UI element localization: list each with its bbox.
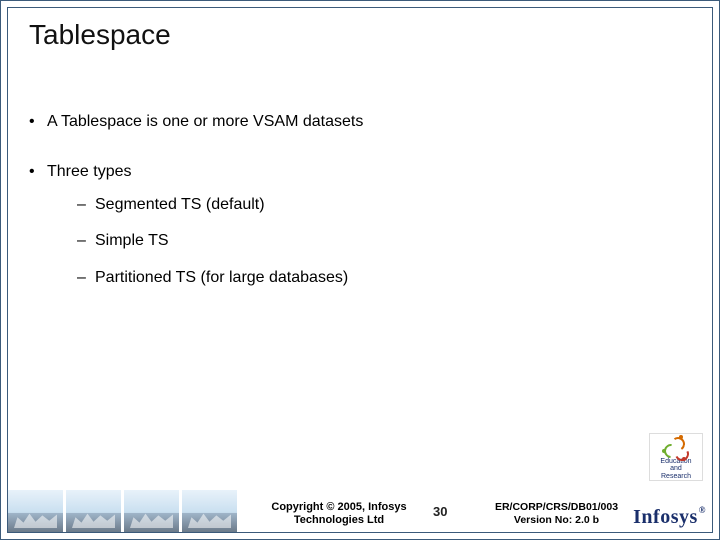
footer-thumbnail: [124, 490, 180, 532]
bullet-icon: •: [29, 111, 47, 133]
registered-icon: ®: [699, 505, 706, 515]
dash-icon: –: [77, 267, 95, 289]
infosys-logo-text: Infosys: [633, 506, 698, 528]
slide-footer: Copyright © 2005, Infosys Technologies L…: [1, 481, 719, 539]
sub-bullet-text: Partitioned TS (for large databases): [95, 267, 348, 289]
footer-thumbnail: [66, 490, 122, 532]
edu-logo-text: Education and Research: [660, 458, 691, 480]
copyright-line: Copyright © 2005, Infosys: [271, 501, 406, 513]
bullet-text: Three types: [47, 161, 131, 183]
slide-title: Tablespace: [29, 19, 171, 51]
doc-id-line: Version No: 2.0 b: [514, 514, 599, 526]
sub-bullet-text: Simple TS: [95, 230, 169, 252]
footer-thumbnail: [182, 490, 238, 532]
document-id-block: ER/CORP/CRS/DB01/003 Version No: 2.0 b: [489, 501, 624, 527]
sub-bullet-item: – Partitioned TS (for large databases): [77, 267, 691, 289]
bullet-text: A Tablespace is one or more VSAM dataset…: [47, 111, 363, 133]
sub-bullet-item: – Simple TS: [77, 230, 691, 252]
bullet-item: • A Tablespace is one or more VSAM datas…: [29, 111, 691, 133]
edu-logo-line: Research: [661, 473, 691, 480]
dash-icon: –: [77, 230, 95, 252]
swirl-icon: [664, 437, 688, 456]
footer-thumbnail: [8, 490, 64, 532]
sub-bullet-text: Segmented TS (default): [95, 194, 265, 216]
copyright-block: Copyright © 2005, Infosys Technologies L…: [259, 501, 419, 527]
slide: Tablespace • A Tablespace is one or more…: [0, 0, 720, 540]
slide-number: 30: [433, 504, 447, 519]
footer-thumbnails: [8, 490, 238, 532]
slide-content: • A Tablespace is one or more VSAM datas…: [29, 111, 691, 303]
education-research-logo: Education and Research: [649, 433, 703, 481]
bullet-icon: •: [29, 161, 47, 183]
infosys-logo: Infosys®: [633, 506, 705, 529]
doc-id-line: ER/CORP/CRS/DB01/003: [495, 501, 618, 513]
dash-icon: –: [77, 194, 95, 216]
copyright-line: Technologies Ltd: [294, 514, 384, 526]
sub-bullet-item: – Segmented TS (default): [77, 194, 691, 216]
bullet-item: • Three types: [29, 161, 691, 183]
edu-logo-line: and: [670, 465, 682, 472]
